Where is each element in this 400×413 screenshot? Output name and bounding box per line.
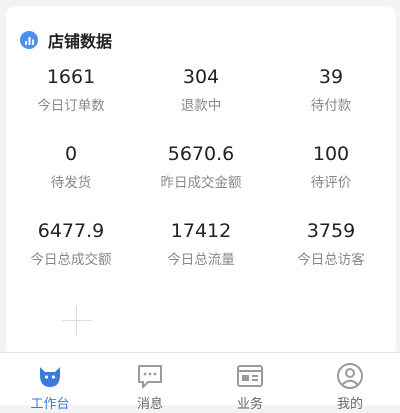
stat-value: 3759 [306, 220, 356, 242]
stat-pending-shipment[interactable]: 0 待发货 [6, 143, 136, 192]
profile-icon [334, 361, 366, 391]
stat-label: 待付款 [310, 98, 352, 114]
stat-value: 39 [318, 66, 344, 88]
stat-value: 5670.6 [167, 143, 235, 165]
stat-label: 今日总流量 [167, 252, 235, 268]
stat-today-visitors[interactable]: 3759 今日总访客 [266, 220, 396, 269]
tab-label: 我的 [336, 397, 363, 412]
stat-refunding[interactable]: 304 退款中 [136, 66, 266, 115]
stat-value: 1661 [46, 66, 96, 88]
stat-label: 今日总访客 [297, 252, 365, 268]
stat-value: 6477.9 [37, 220, 105, 242]
add-plus-icon[interactable] [62, 306, 92, 336]
message-icon [134, 361, 166, 391]
store-data-card: 店铺数据 1661 今日订单数 304 退款中 39 待付款 0 待发货 567… [6, 6, 396, 356]
card-header: 店铺数据 [20, 28, 112, 52]
card-title: 店铺数据 [48, 32, 113, 51]
stat-pending-review[interactable]: 100 待评价 [266, 143, 396, 192]
stat-value: 100 [312, 143, 350, 165]
stat-value: 304 [182, 66, 220, 88]
tab-message[interactable]: 消息 [100, 353, 200, 412]
stat-label: 退款中 [180, 98, 222, 114]
stat-today-orders[interactable]: 1661 今日订单数 [6, 66, 136, 115]
stat-label: 待评价 [310, 175, 352, 191]
bottom-tab-bar: 工作台 消息 业务 我的 [0, 352, 400, 412]
stat-value: 17412 [170, 220, 232, 242]
stat-label: 今日总成交额 [30, 252, 112, 268]
stat-today-traffic[interactable]: 17412 今日总流量 [136, 220, 266, 269]
stat-today-gmv[interactable]: 6477.9 今日总成交额 [6, 220, 136, 269]
stat-label: 今日订单数 [37, 98, 105, 114]
stat-pending-payment[interactable]: 39 待付款 [266, 66, 396, 115]
stat-value: 0 [64, 143, 78, 165]
stat-label: 待发货 [50, 175, 92, 191]
tab-label: 业务 [236, 397, 263, 412]
workbench-icon [34, 361, 66, 391]
stat-label: 昨日成交金额 [160, 175, 242, 191]
bar-chart-icon [20, 31, 38, 49]
tab-profile[interactable]: 我的 [300, 353, 400, 412]
tab-workbench[interactable]: 工作台 [0, 353, 100, 412]
stat-yesterday-gmv[interactable]: 5670.6 昨日成交金额 [136, 143, 266, 192]
tab-business[interactable]: 业务 [200, 353, 300, 412]
tab-label: 消息 [136, 397, 163, 412]
business-icon [234, 361, 266, 391]
tab-label: 工作台 [30, 397, 70, 412]
